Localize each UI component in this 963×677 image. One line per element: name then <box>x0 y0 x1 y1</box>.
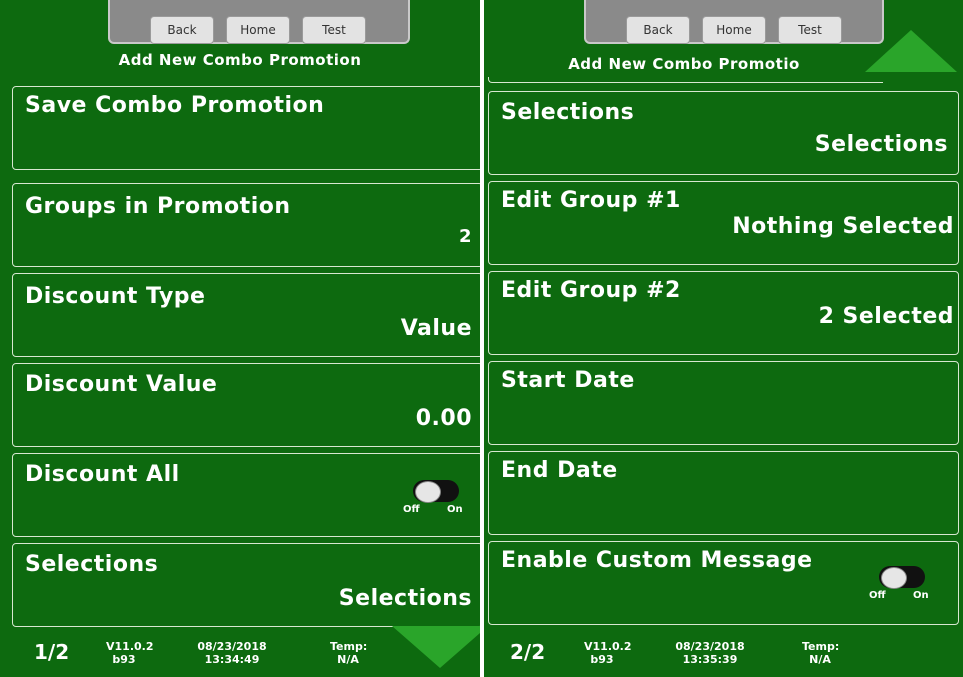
timestamp: 08/23/2018 13:35:39 <box>672 640 748 666</box>
tile-value: Selections <box>814 132 948 157</box>
enable-custom-message-tile[interactable]: Enable Custom Message Off On <box>488 541 959 625</box>
page-2-panel: Back Home Test Add New Combo Promotio Se… <box>484 0 963 677</box>
tile-value: 2 Selected <box>818 304 954 329</box>
tile-value: Value <box>400 316 472 341</box>
toggle-knob <box>415 481 441 503</box>
edit-group-1-tile[interactable]: Edit Group #1 Nothing Selected <box>488 181 959 265</box>
discount-value-tile[interactable]: Discount Value 0.00 <box>12 363 480 447</box>
home-button[interactable]: Home <box>702 16 766 44</box>
temperature: Temp: N/A <box>330 640 368 666</box>
version-info: V11.0.2 b93 <box>584 640 632 666</box>
tile-value: Nothing Selected <box>732 214 954 239</box>
back-button[interactable]: Back <box>626 16 690 44</box>
timestamp: 08/23/2018 13:34:49 <box>194 640 270 666</box>
tile-label: Start Date <box>501 368 635 393</box>
toggle-knob <box>881 567 907 589</box>
temp-label: Temp: <box>802 640 840 653</box>
tile-label: Discount Value <box>25 372 218 397</box>
toggle-off-label: Off <box>403 504 420 515</box>
temp-value: N/A <box>809 653 831 666</box>
end-date-tile[interactable]: End Date <box>488 451 959 535</box>
scroll-down-arrow-icon[interactable] <box>392 626 480 668</box>
start-date-tile[interactable]: Start Date <box>488 361 959 445</box>
tile-label: Discount All <box>25 462 180 487</box>
nav-tab: Back Home Test <box>584 0 884 44</box>
tile-label: End Date <box>501 458 618 483</box>
tile-label: Selections <box>501 100 635 125</box>
toggle-off-label: Off <box>869 590 886 601</box>
scroll-up-arrow-icon[interactable] <box>865 30 957 72</box>
tile-value: 2 <box>458 226 472 247</box>
page-indicator: 2/2 <box>510 640 546 664</box>
selections-tile[interactable]: Selections Selections <box>488 91 959 175</box>
page-title: Add New Combo Promotion <box>118 51 362 69</box>
time-label: 13:35:39 <box>682 653 738 666</box>
version-label: V11.0.2 <box>584 640 632 653</box>
test-button[interactable]: Test <box>778 16 842 44</box>
build-label: b93 <box>112 653 136 666</box>
tile-label: Edit Group #1 <box>501 188 681 213</box>
custom-message-toggle[interactable]: Off On <box>869 566 929 601</box>
tile-label: Discount Type <box>25 284 206 309</box>
tile-label: Save Combo Promotion <box>25 93 325 118</box>
build-label: b93 <box>590 653 614 666</box>
tile-label: Enable Custom Message <box>501 548 813 573</box>
date-label: 08/23/2018 <box>197 640 267 653</box>
save-combo-promotion-button[interactable]: Save Combo Promotion <box>12 86 480 170</box>
back-button[interactable]: Back <box>150 16 214 44</box>
discount-type-tile[interactable]: Discount Type Value <box>12 273 480 357</box>
selections-tile[interactable]: Selections Selections <box>12 543 480 627</box>
tile-label: Groups in Promotion <box>25 194 291 219</box>
toggle-on-label: On <box>447 504 463 515</box>
discount-all-toggle[interactable]: Off On <box>403 480 463 515</box>
groups-in-promotion-tile[interactable]: Groups in Promotion 2 <box>12 183 480 267</box>
edit-group-2-tile[interactable]: Edit Group #2 2 Selected <box>488 271 959 355</box>
test-button[interactable]: Test <box>302 16 366 44</box>
temp-value: N/A <box>337 653 359 666</box>
tile-value: 0.00 <box>415 406 472 431</box>
page-1-panel: Back Home Test Add New Combo Promotion S… <box>0 0 480 677</box>
version-info: V11.0.2 b93 <box>106 640 154 666</box>
discount-all-tile[interactable]: Discount All Off On <box>12 453 480 537</box>
temp-label: Temp: <box>330 640 368 653</box>
previous-tile-edge <box>488 77 883 83</box>
page-title: Add New Combo Promotio <box>568 55 800 73</box>
time-label: 13:34:49 <box>204 653 260 666</box>
version-label: V11.0.2 <box>106 640 154 653</box>
page-indicator: 1/2 <box>34 640 70 664</box>
home-button[interactable]: Home <box>226 16 290 44</box>
temperature: Temp: N/A <box>802 640 840 666</box>
date-label: 08/23/2018 <box>675 640 745 653</box>
toggle-on-label: On <box>913 590 929 601</box>
tile-label: Selections <box>25 552 159 577</box>
nav-tab: Back Home Test <box>108 0 410 44</box>
tile-label: Edit Group #2 <box>501 278 681 303</box>
tile-value: Selections <box>338 586 472 611</box>
